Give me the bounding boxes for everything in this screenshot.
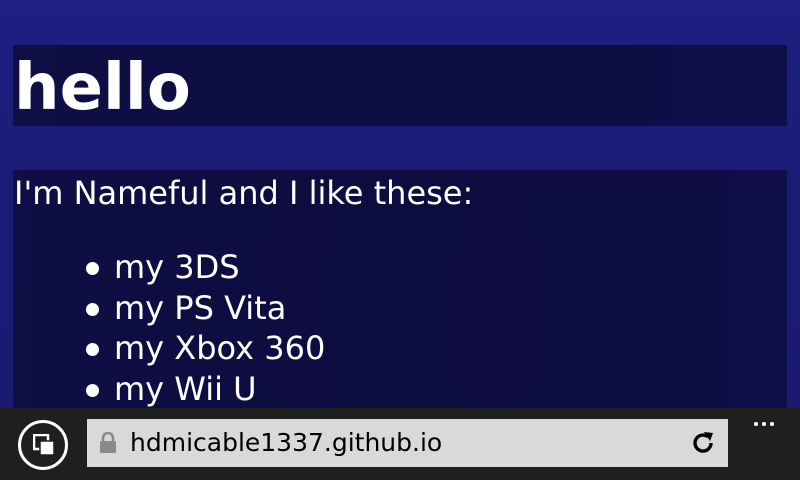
bullet-icon (86, 383, 99, 397)
refresh-icon[interactable] (690, 430, 716, 456)
more-icon-dot (762, 422, 766, 426)
tabs-button[interactable] (18, 420, 68, 470)
more-icon-dot (754, 422, 758, 426)
url-text: hdmicable1337.github.io (130, 428, 443, 457)
list-item: my PS Vita (80, 288, 325, 329)
page-viewport: hello I'm Nameful and I like these: my 3… (0, 0, 800, 408)
more-options-button[interactable] (744, 413, 784, 435)
page-heading: hello (14, 51, 191, 125)
list-item: my Wii U (80, 369, 325, 409)
lock-icon (100, 432, 116, 453)
bullet-icon (86, 343, 99, 356)
list-item: my Xbox 360 (80, 328, 325, 369)
list-item-label: my PS Vita (114, 288, 287, 327)
list-item-label: my Xbox 360 (114, 329, 326, 367)
bullet-icon (86, 262, 99, 275)
list-item-label: my Wii U (114, 369, 257, 408)
address-bar[interactable]: hdmicable1337.github.io (87, 419, 728, 467)
tabs-icon (33, 434, 55, 456)
bullet-icon (86, 302, 99, 316)
list-item: my 3DS (80, 247, 325, 288)
likes-list: my 3DS my PS Vita my Xbox 360 my Wii U (80, 247, 325, 408)
list-item-label: my 3DS (114, 248, 240, 286)
intro-text: I'm Nameful and I like these: (14, 174, 474, 212)
more-icon-dot (770, 422, 774, 426)
